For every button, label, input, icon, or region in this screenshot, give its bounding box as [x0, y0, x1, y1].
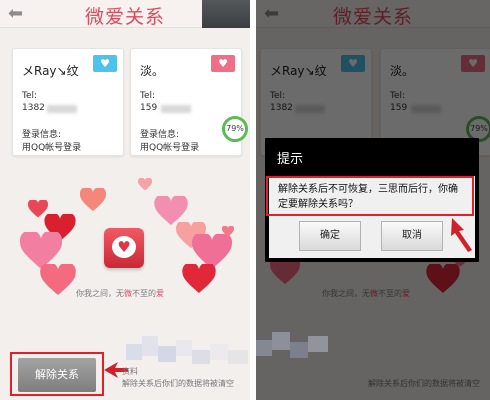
top-right-tab [202, 0, 250, 28]
right-screen: ⬅ 微爱关系 メRay↘纹 ♥ Tel: 1382 淡。 ♥ Tel: 159 … [256, 0, 490, 400]
tel-label: Tel: [22, 91, 38, 101]
heart-icon [138, 178, 152, 191]
unbind-button[interactable]: 解除关系 [18, 358, 96, 392]
tel-number: 1382 [22, 103, 45, 113]
tel-number: 159 [140, 103, 158, 113]
contact-name: メRay↘纹 [22, 64, 79, 78]
tel-label: Tel: [140, 91, 156, 101]
blurred-number [47, 105, 77, 113]
heart-icon: ♥ [93, 55, 117, 72]
couple-heart-icon [104, 228, 144, 268]
contact-card-2[interactable]: 淡。 ♥ Tel: 159 登录信息: 用QQ帐号登录 [130, 48, 242, 156]
dialog-title: 提示 [277, 152, 304, 167]
pointer-arrow-icon [451, 218, 472, 252]
heart-icon [182, 264, 216, 294]
login-label: 登录信息: [140, 130, 180, 140]
slogan-text: 你我之间，无微不至的爱 [76, 289, 164, 298]
mosaic-overlay [126, 336, 248, 364]
footer-note: 解除关系后你们的数据将被清空 [122, 379, 234, 388]
login-label: 登录信息: [22, 130, 62, 140]
highlight-box [266, 176, 474, 216]
blurred-number [161, 105, 191, 113]
heart-icon [222, 226, 234, 237]
heart-icon: ♥ [211, 55, 235, 72]
cancel-button[interactable]: 取消 [381, 221, 443, 251]
mosaic-overlay [256, 332, 328, 358]
contact-name: 淡。 [140, 64, 165, 78]
left-screen: ⬅ 微爱关系 メRay↘纹 ♥ Tel: 1382 登录信息: 用QQ帐号登录 … [0, 0, 250, 400]
contact-card-1[interactable]: メRay↘纹 ♥ Tel: 1382 登录信息: 用QQ帐号登录 [12, 48, 124, 156]
login-value: 用QQ帐号登录 [22, 143, 82, 153]
confirm-button[interactable]: 确定 [299, 221, 361, 251]
heart-icon [40, 264, 76, 296]
heart-icon [80, 188, 106, 212]
login-value: 用QQ帐号登录 [140, 143, 200, 153]
match-percent-badge: 79% [222, 116, 248, 142]
title-bar: ⬅ 微爱关系 [0, 0, 250, 28]
